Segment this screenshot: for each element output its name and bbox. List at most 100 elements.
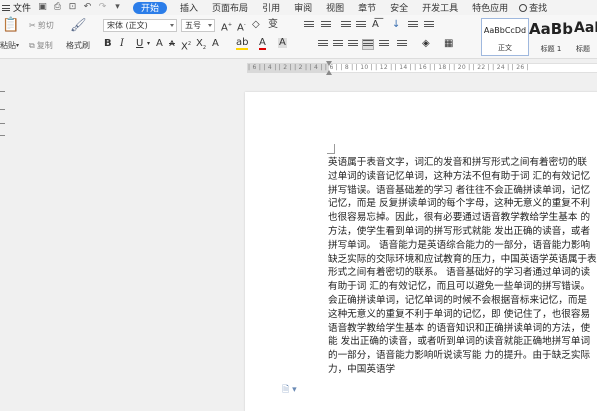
document-line: 拼写单词。 语音能力是英语综合能力的一部分，语音能力影响 — [328, 239, 591, 251]
italic-button[interactable]: I — [120, 38, 124, 50]
navigation-strip — [0, 59, 6, 411]
align-left-icon[interactable] — [318, 40, 328, 49]
redo-icon[interactable]: ↷ — [98, 3, 107, 12]
style-normal-sample: AaBbCcDd — [483, 26, 527, 35]
chinese-layout-icon[interactable]: A͞ — [372, 19, 379, 31]
tab-developer[interactable]: 开发工具 — [422, 1, 458, 14]
paste-label-button[interactable]: 粘贴 ▾ — [0, 40, 19, 51]
hamburger-icon — [2, 4, 10, 11]
shading-icon[interactable]: ◈ — [422, 38, 430, 50]
align-right-icon[interactable] — [348, 40, 358, 49]
indent-marker[interactable] — [326, 61, 333, 75]
document-line: 这种无意义的重复不利于单词的记忆，即 使记住了，也很容易 — [328, 308, 591, 320]
format-painter-label-button[interactable]: 格式刷 — [66, 40, 90, 51]
nav-marker[interactable] — [0, 135, 5, 136]
tab-security[interactable]: 安全 — [390, 1, 408, 14]
save-icon[interactable]: ▣ — [38, 3, 47, 12]
style-heading-2[interactable]: AaBl 标题 — [574, 18, 597, 56]
tab-insert[interactable]: 插入 — [180, 1, 198, 14]
document-line: 会正确拼读单词，记忆单词的时候不会根据音标来记忆，而是 — [328, 294, 588, 306]
style-normal-name: 正文 — [498, 44, 512, 52]
file-menu[interactable]: 文件 — [0, 0, 35, 15]
distributed-icon[interactable] — [379, 40, 389, 49]
align-center-icon[interactable] — [333, 40, 343, 49]
font-name-select[interactable]: 宋体 (正文) — [103, 19, 177, 32]
style-heading-2-name: 标题 — [576, 45, 590, 53]
document-line: 的一部分，语音能力影响听说读写能 力的提升。由于缺乏实际 — [328, 350, 591, 362]
undo-icon[interactable]: ↶ — [83, 3, 92, 12]
document-line: 记忆，而是 反复拼读单词的每个字母，这种无意义的重复不利 — [328, 198, 591, 210]
nav-marker[interactable] — [0, 91, 5, 92]
document-line: 也很容易忘掉。因此，很有必要通过语音教学教给学生基本 的 — [328, 212, 591, 224]
style-heading-1-name: 标题 1 — [540, 45, 562, 53]
horizontal-ruler[interactable]: | 6 | | 4 | | 2 | | 2 | | 4 | | 6 | | 8 … — [0, 59, 597, 76]
print-icon[interactable]: ⎙ — [53, 3, 62, 12]
char-shading-icon[interactable]: A — [278, 38, 287, 48]
increase-indent-icon[interactable] — [356, 21, 366, 30]
superscript-icon[interactable]: X2 — [181, 38, 191, 53]
phonetic-guide-icon[interactable]: 变 — [268, 19, 278, 31]
style-heading-2-sample: AaBl — [574, 20, 597, 36]
show-marks-icon[interactable] — [408, 21, 418, 30]
strikethrough-icon[interactable]: ᴀ — [169, 38, 175, 50]
text-outline-icon[interactable]: A — [212, 38, 219, 50]
font-color-icon[interactable]: A — [259, 38, 266, 50]
ribbon-toolbar: 📋 粘贴▾ ✂ 剪切 ⧉ 复制 🖌 格式刷 宋体 (正文) 五号 A+ A- — [0, 15, 597, 59]
tab-page-layout[interactable]: 页面布局 — [212, 1, 248, 14]
document-line: 形式之间有着密切的联系。 语音基础好的学习者通过单词的读 — [328, 267, 591, 279]
paragraph-options-icon[interactable]: 🗎 ▾ — [282, 382, 297, 398]
subscript-icon[interactable]: X2 — [196, 38, 206, 54]
tab-section[interactable]: 章节 — [358, 1, 376, 14]
document-line: 英语属于表音文字，词汇的发音和拼写形式之间有着密切的联 — [328, 157, 588, 168]
cut-label: 剪切 — [37, 21, 54, 30]
nav-marker[interactable] — [0, 109, 5, 110]
clear-format-icon[interactable]: ◇ — [252, 19, 260, 31]
tab-home[interactable]: 开始 — [133, 1, 168, 14]
numbering-icon[interactable] — [321, 21, 331, 30]
search-label: 查找 — [529, 4, 548, 14]
borders-icon[interactable]: ▦ — [444, 38, 453, 50]
search-icon — [519, 3, 528, 12]
search-button[interactable]: 查找 — [519, 1, 547, 14]
menu-bar: 文件 ▣ ⎙ ⊡ ↶ ↷ ▾ 开始 插入 页面布局 引用 审阅 视图 章节 安全… — [0, 0, 597, 15]
document-line: 过单词的读音记忆单词，这种方法不但有助于词 汇的有效记忆 — [328, 170, 591, 182]
font-size-select[interactable]: 五号 — [181, 19, 215, 32]
tab-review[interactable]: 审阅 — [294, 1, 312, 14]
highlight-icon[interactable]: ab — [236, 38, 249, 50]
bold-button[interactable]: B — [104, 38, 112, 50]
cut-button[interactable]: ✂ 剪切 — [29, 20, 54, 31]
underline-button[interactable]: U — [136, 38, 143, 50]
tab-references[interactable]: 引用 — [262, 1, 280, 14]
shrink-font-icon[interactable]: A- — [237, 19, 246, 34]
paste-label: 粘贴 — [0, 41, 16, 50]
sort-icon[interactable]: ↓ — [392, 19, 400, 31]
document-body[interactable]: 英语属于表音文字，词汇的发音和拼写形式之间有着密切的联 过单词的读音记忆单词，这种… — [328, 156, 597, 377]
font-name-value: 宋体 (正文) — [107, 21, 148, 30]
nav-marker[interactable] — [0, 123, 5, 124]
tab-view[interactable]: 视图 — [326, 1, 344, 14]
style-heading-1[interactable]: AaBb 标题 1 — [529, 18, 573, 56]
decrease-indent-icon[interactable] — [341, 21, 351, 30]
document-line: 方法，使学生看到单词的拼写形式就能 发出正确的读音，或者 — [328, 225, 591, 237]
style-normal[interactable]: AaBbCcDd 正文 — [481, 18, 529, 56]
copy-button[interactable]: ⧉ 复制 — [29, 40, 53, 51]
copy-label: 复制 — [36, 41, 53, 50]
font-size-value: 五号 — [185, 21, 201, 30]
bullets-icon[interactable] — [304, 21, 314, 30]
print-preview-icon[interactable]: ⊡ — [68, 3, 77, 12]
tab-stops-icon[interactable] — [424, 21, 434, 30]
scissors-icon: ✂ — [29, 21, 36, 30]
text-effect-icon[interactable]: A — [156, 38, 163, 50]
document-line: 力，中国英语学 — [328, 363, 396, 375]
document-line: 拼写错误。语音基础差的学习 者往往不会正确拼读单词，记忆 — [328, 184, 591, 196]
tab-special-apps[interactable]: 特色应用 — [472, 1, 508, 14]
format-painter-button[interactable]: 🖌 — [70, 18, 87, 33]
justify-icon[interactable] — [362, 39, 374, 50]
customize-dropdown-icon[interactable]: ▾ — [113, 3, 122, 12]
grow-font-icon[interactable]: A+ — [221, 19, 232, 34]
underline-dropdown-icon[interactable]: ▾ — [147, 38, 150, 50]
paste-button[interactable]: 📋 — [2, 17, 19, 33]
document-page[interactable]: 英语属于表音文字，词汇的发音和拼写形式之间有着密切的联 过单词的读音记忆单词，这种… — [245, 92, 597, 411]
paintbrush-icon: 🖌 — [70, 18, 87, 33]
line-spacing-icon[interactable] — [397, 40, 407, 49]
